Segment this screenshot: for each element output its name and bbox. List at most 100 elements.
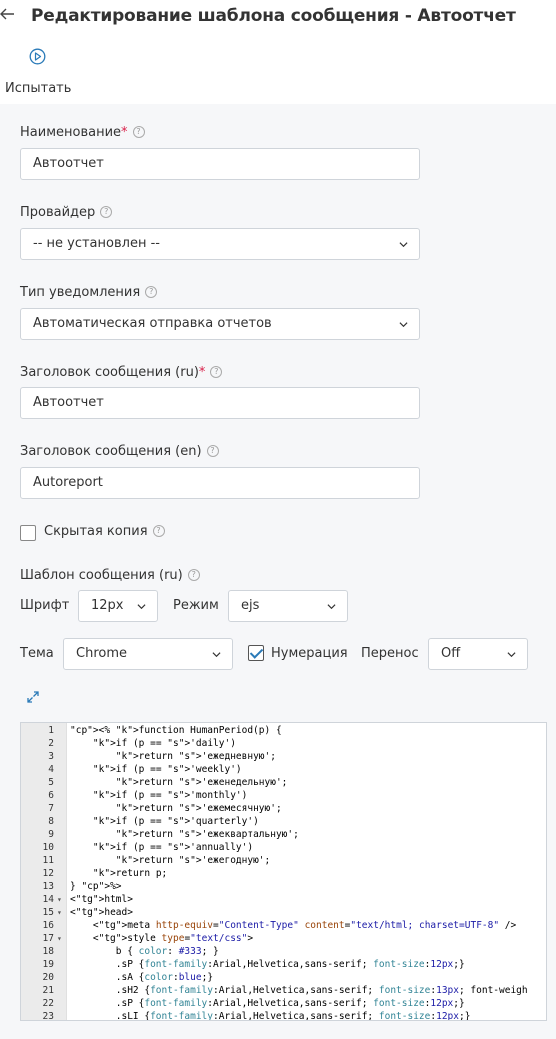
code-line[interactable]: 12 "k">return p;	[21, 867, 546, 880]
code-line[interactable]: 4 "k">if (p == "s">'weekly')	[21, 763, 546, 776]
code-text: <"tg">style type="text/css">	[70, 933, 254, 944]
code-text: <"tg">html>	[70, 894, 133, 905]
code-line[interactable]: 10 "k">if (p == "s">'annually')	[21, 841, 546, 854]
fold-toggle-icon[interactable]: ▾	[57, 893, 65, 906]
code-line[interactable]: 20 .sA {color:blue;}	[21, 971, 546, 984]
chevron-down-icon	[327, 604, 336, 610]
notification-type-value: Автоматическая отправка отчетов	[33, 316, 272, 331]
code-line[interactable]: 7 "k">return "s">'ежемесячную';	[21, 802, 546, 815]
code-line[interactable]: 17 ▾ <"tg">style type="text/css">	[21, 932, 546, 945]
code-line[interactable]: 2 "k">if (p == "s">'daily')	[21, 737, 546, 750]
code-text: "k">if (p == "s">'annually')	[92, 842, 254, 853]
code-text: .sH2 {font-family:Arial,Helvetica,sans-s…	[70, 985, 528, 996]
name-input[interactable]: Автоотчет	[20, 148, 420, 180]
line-number: 6	[48, 790, 54, 801]
theme-label: Тема	[20, 646, 54, 661]
provider-label: Провайдер?	[20, 205, 113, 220]
code-text: "k">if (p == "s">'quarterly')	[92, 816, 259, 827]
code-line[interactable]: 8 "k">if (p == "s">'quarterly')	[21, 815, 546, 828]
help-icon[interactable]: ?	[152, 524, 165, 537]
code-text: "k">return "s">'ежедневную';	[115, 751, 276, 762]
code-line[interactable]: 13} "cp">%>	[21, 880, 546, 893]
code-line[interactable]: 23 .sLI {font-family:Arial,Helvetica,san…	[21, 1010, 546, 1021]
code-text: .sA {color:blue;}	[70, 972, 214, 983]
mode-value: ejs	[241, 598, 260, 613]
expand-icon[interactable]	[26, 690, 40, 704]
code-text: "k">if (p == "s">'monthly')	[92, 790, 248, 801]
required-mark: *	[121, 125, 128, 140]
fold-toggle-icon[interactable]: ▾	[57, 932, 65, 945]
wrap-value: Off	[441, 646, 461, 661]
code-text: <"tg">head>	[70, 907, 133, 918]
chevron-down-icon	[212, 652, 221, 658]
code-text: } "cp">%>	[70, 881, 122, 892]
line-number: 15	[42, 907, 54, 918]
template-label: Шаблон сообщения (ru)?	[20, 568, 200, 583]
code-line[interactable]: 22 .sP {font-family:Arial,Helvetica,sans…	[21, 997, 546, 1010]
bcc-label: Скрытая копия?	[44, 524, 165, 539]
page-title: Редактирование шаблона сообщения - Автоо…	[31, 6, 516, 26]
code-line[interactable]: 6 "k">if (p == "s">'monthly')	[21, 789, 546, 802]
code-text: .sP {font-family:Arial,Helvetica,sans-se…	[70, 998, 465, 1009]
name-label: Наименование*?	[20, 125, 145, 140]
theme-select[interactable]: Chrome	[63, 638, 233, 670]
subject-en-input[interactable]: Autoreport	[20, 467, 420, 499]
help-icon[interactable]: ?	[132, 125, 145, 138]
code-editor[interactable]: 1 "cp"><% "k">function HumanPeriod(p) {2 …	[20, 722, 547, 1021]
mode-select[interactable]: ejs	[228, 590, 348, 622]
subject-en-label: Заголовок сообщения (en)?	[20, 444, 219, 459]
help-icon[interactable]: ?	[100, 205, 113, 218]
provider-select[interactable]: -- не установлен --	[20, 228, 420, 260]
line-number: 4	[48, 764, 54, 775]
help-icon[interactable]: ?	[187, 568, 200, 581]
wrap-select[interactable]: Off	[428, 638, 528, 670]
line-number: 23	[42, 1011, 54, 1021]
fold-toggle-icon[interactable]: ▾	[57, 906, 65, 919]
code-line[interactable]: 21 .sH2 {font-family:Arial,Helvetica,san…	[21, 984, 546, 997]
code-line[interactable]: 16 <"tg">meta http-equiv="Content-Type" …	[21, 919, 546, 932]
code-text: "k">return "s">'ежемесячную';	[115, 803, 282, 814]
line-number: 11	[42, 855, 54, 866]
line-number: 18	[42, 946, 54, 957]
subject-ru-label: Заголовок сообщения (ru)*?	[20, 365, 223, 380]
line-number: 2	[48, 738, 54, 749]
line-number: 12	[42, 868, 54, 879]
font-size-select[interactable]: 12px	[78, 590, 158, 622]
numbering-checkbox[interactable]	[248, 645, 264, 661]
code-text: b { color: #333; }	[70, 946, 219, 957]
code-line[interactable]: 18 b { color: #333; }	[21, 945, 546, 958]
code-text: "k">return "s">'ежегодную';	[115, 855, 271, 866]
code-line[interactable]: 9 "k">return "s">'ежеквартальную';	[21, 828, 546, 841]
arrow-left-icon[interactable]	[0, 6, 16, 24]
test-button-label: Испытать	[5, 81, 72, 96]
code-text: "k">return "s">'ежеквартальную';	[115, 829, 299, 840]
play-circle-icon	[29, 48, 46, 65]
notification-type-select[interactable]: Автоматическая отправка отчетов	[20, 308, 420, 340]
line-number: 7	[48, 803, 54, 814]
font-label: Шрифт	[20, 598, 70, 613]
code-line[interactable]: 19 .sP {font-family:Arial,Helvetica,sans…	[21, 958, 546, 971]
mode-label: Режим	[173, 598, 219, 613]
test-button[interactable]: Испытать	[0, 44, 76, 96]
line-number: 22	[42, 998, 54, 1009]
subject-ru-input[interactable]: Автоотчет	[20, 387, 420, 419]
numbering-label: Нумерация	[271, 646, 348, 661]
code-line[interactable]: 3 "k">return "s">'ежедневную';	[21, 750, 546, 763]
help-icon[interactable]: ?	[210, 365, 223, 378]
code-line[interactable]: 1 "cp"><% "k">function HumanPeriod(p) {	[21, 724, 546, 737]
help-icon[interactable]: ?	[145, 285, 158, 298]
theme-value: Chrome	[76, 646, 127, 661]
line-number: 20	[42, 972, 54, 983]
code-line[interactable]: 14 ▾ <"tg">html>	[21, 893, 546, 906]
code-line[interactable]: 15 ▾ <"tg">head>	[21, 906, 546, 919]
toolbar: Испытать	[0, 34, 556, 104]
line-number: 10	[42, 842, 54, 853]
chevron-down-icon	[137, 604, 146, 610]
code-line[interactable]: 11 "k">return "s">'ежегодную';	[21, 854, 546, 867]
help-icon[interactable]: ?	[206, 444, 219, 457]
provider-select-value: -- не установлен --	[33, 236, 160, 251]
code-text: "cp"><% "k">function HumanPeriod(p) {	[70, 725, 282, 736]
code-line[interactable]: 5 "k">return "s">'еженедельную';	[21, 776, 546, 789]
code-text: "k">return p;	[92, 868, 168, 879]
bcc-checkbox[interactable]	[20, 525, 36, 541]
